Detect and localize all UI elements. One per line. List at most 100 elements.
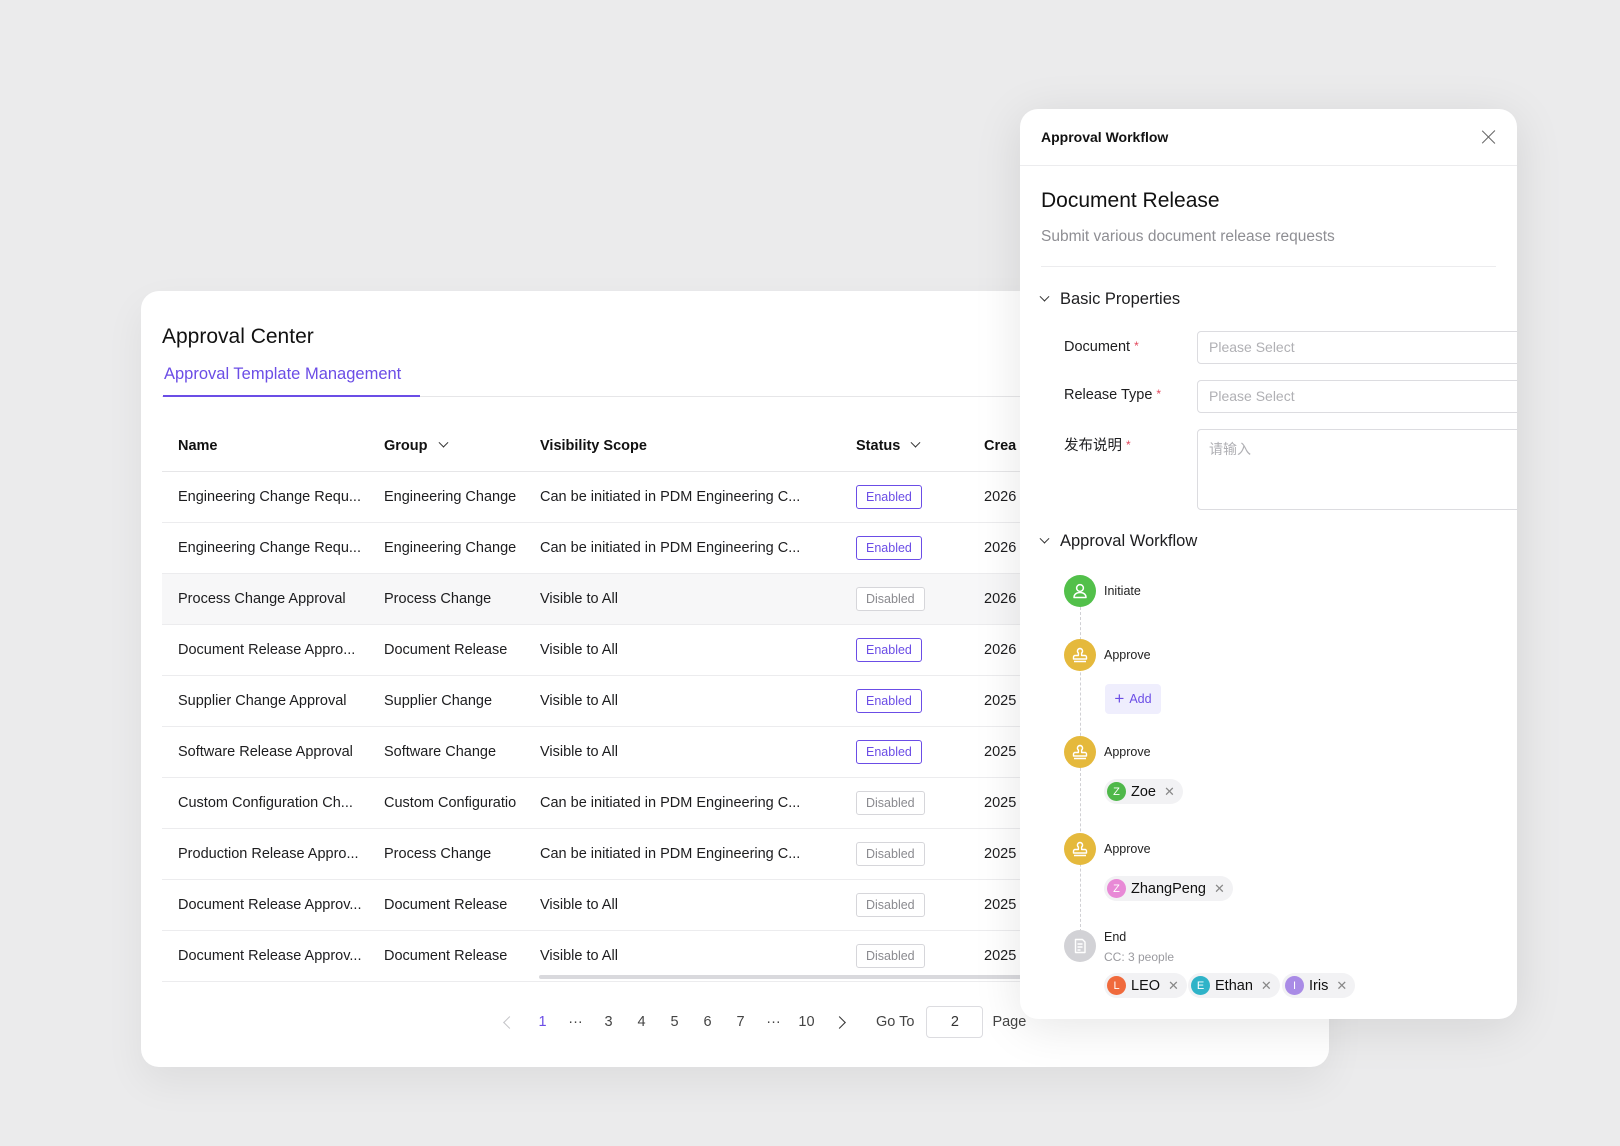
label-text: Release Type: [1064, 387, 1153, 403]
page-1-button[interactable]: 1: [526, 1014, 559, 1030]
chevron-right-icon: [833, 1015, 846, 1029]
cell-group: Software Change: [368, 726, 524, 778]
node-label: Approve: [1104, 745, 1151, 759]
chevron-down-icon[interactable]: [438, 437, 448, 448]
cell-visibility: Visible to All: [524, 624, 840, 676]
cc-name: Ethan: [1215, 977, 1253, 994]
cell-status: Disabled: [840, 573, 968, 625]
page-3-button[interactable]: 3: [592, 1014, 625, 1030]
cell-visibility: Visible to All: [524, 930, 840, 982]
cell-group: Custom Configuratio: [368, 777, 524, 829]
tab-approval-template-management[interactable]: Approval Template Management: [163, 363, 420, 397]
page-ellipsis-button[interactable]: ···: [757, 1014, 790, 1030]
cell-name: Document Release Approv...: [162, 879, 368, 931]
divider: [1041, 266, 1496, 267]
column-header-group[interactable]: Group: [368, 421, 524, 472]
status-badge: Disabled: [856, 790, 925, 815]
column-header-status[interactable]: Status: [840, 421, 968, 472]
cell-name: Supplier Change Approval: [162, 675, 368, 727]
prev-page-button[interactable]: [493, 1015, 526, 1029]
basic-properties-section-toggle[interactable]: Basic Properties: [1039, 290, 1180, 309]
cell-name: Engineering Change Requ...: [162, 522, 368, 574]
column-header-group-label: Group: [384, 437, 428, 454]
page-7-button[interactable]: 7: [724, 1014, 757, 1030]
column-header-name: Name: [162, 421, 368, 472]
goto-page-input[interactable]: [926, 1006, 984, 1038]
cell-name: Custom Configuration Ch...: [162, 777, 368, 829]
page-4-button[interactable]: 4: [625, 1014, 658, 1030]
stamp-icon: [1064, 833, 1096, 865]
workflow-node-initiate: Initiate: [1064, 575, 1141, 607]
avatar: Z: [1107, 782, 1126, 801]
workflow-node-approve: Approve: [1064, 833, 1151, 865]
cell-status: Enabled: [840, 522, 968, 574]
cell-group: Supplier Change: [368, 675, 524, 727]
cell-group: Engineering Change: [368, 522, 524, 574]
node-label: Approve: [1104, 648, 1151, 662]
page-ellipsis-button[interactable]: ···: [559, 1014, 592, 1030]
cell-name: Document Release Approv...: [162, 930, 368, 982]
user-icon: [1064, 575, 1096, 607]
cell-group: Document Release: [368, 879, 524, 931]
cell-status: Disabled: [840, 828, 968, 880]
remove-icon[interactable]: ✕: [1164, 784, 1175, 800]
remove-icon[interactable]: ✕: [1214, 881, 1225, 897]
remove-icon[interactable]: ✕: [1336, 978, 1347, 994]
cell-group: Process Change: [368, 573, 524, 625]
label-text: Document: [1064, 339, 1131, 355]
chevron-down-icon: [1039, 291, 1050, 302]
add-label: Add: [1129, 692, 1152, 706]
stamp-icon: [1064, 736, 1096, 768]
cc-chip[interactable]: L LEO ✕: [1104, 973, 1187, 998]
document-field-label: Document *: [1064, 339, 1139, 355]
column-header-visibility-label: Visibility Scope: [540, 437, 647, 454]
cc-chip[interactable]: I Iris ✕: [1282, 973, 1356, 998]
page-6-button[interactable]: 6: [691, 1014, 724, 1030]
cell-name: Document Release Appro...: [162, 624, 368, 676]
cell-visibility: Can be initiated in PDM Engineering C...: [524, 828, 840, 880]
required-mark: *: [1134, 339, 1139, 353]
cc-chip[interactable]: E Ethan ✕: [1188, 973, 1280, 998]
release-notes-textarea[interactable]: 请输入: [1197, 429, 1517, 510]
next-page-button[interactable]: [823, 1015, 856, 1029]
status-badge: Enabled: [856, 535, 922, 560]
document-title: Document Release: [1041, 189, 1220, 212]
status-badge: Enabled: [856, 688, 922, 713]
approver-chip[interactable]: Z Zoe ✕: [1104, 779, 1183, 804]
page-5-button[interactable]: 5: [658, 1014, 691, 1030]
avatar: Z: [1107, 879, 1126, 898]
label-text: 发布说明: [1064, 438, 1122, 454]
cell-status: Disabled: [840, 777, 968, 829]
cell-name: Software Release Approval: [162, 726, 368, 778]
release-type-select[interactable]: Please Select: [1197, 380, 1517, 413]
add-approver-button[interactable]: + Add: [1105, 684, 1161, 714]
close-icon[interactable]: [1481, 129, 1497, 145]
cell-group: Document Release: [368, 930, 524, 982]
remove-icon[interactable]: ✕: [1168, 978, 1179, 994]
approver-chip[interactable]: Z ZhangPeng ✕: [1104, 876, 1233, 901]
cell-status: Enabled: [840, 624, 968, 676]
status-badge: Disabled: [856, 892, 925, 917]
page-title: Approval Center: [162, 325, 314, 348]
cell-status: Disabled: [840, 930, 968, 982]
goto-label: Go To: [876, 1014, 915, 1030]
column-header-created-label: Crea: [984, 437, 1017, 454]
cell-status: Enabled: [840, 675, 968, 727]
cell-visibility: Can be initiated in PDM Engineering C...: [524, 522, 840, 574]
cell-status: Enabled: [840, 471, 968, 523]
chevron-left-icon: [503, 1015, 516, 1029]
cell-visibility: Can be initiated in PDM Engineering C...: [524, 471, 840, 523]
chevron-down-icon[interactable]: [910, 437, 921, 448]
approval-workflow-section-toggle[interactable]: Approval Workflow: [1039, 532, 1197, 551]
document-icon: [1064, 930, 1096, 962]
node-label: End: [1104, 930, 1127, 944]
workflow-node-end: End: [1064, 930, 1126, 962]
document-select[interactable]: Please Select: [1197, 331, 1517, 364]
required-mark: *: [1126, 438, 1131, 452]
page-10-button[interactable]: 10: [790, 1014, 823, 1030]
cell-visibility: Visible to All: [524, 675, 840, 727]
remove-icon[interactable]: ✕: [1261, 978, 1272, 994]
cell-visibility: Visible to All: [524, 726, 840, 778]
document-subtitle: Submit various document release requests: [1041, 228, 1335, 245]
approval-workflow-panel: Approval Workflow Document Release Submi…: [1020, 109, 1517, 1019]
